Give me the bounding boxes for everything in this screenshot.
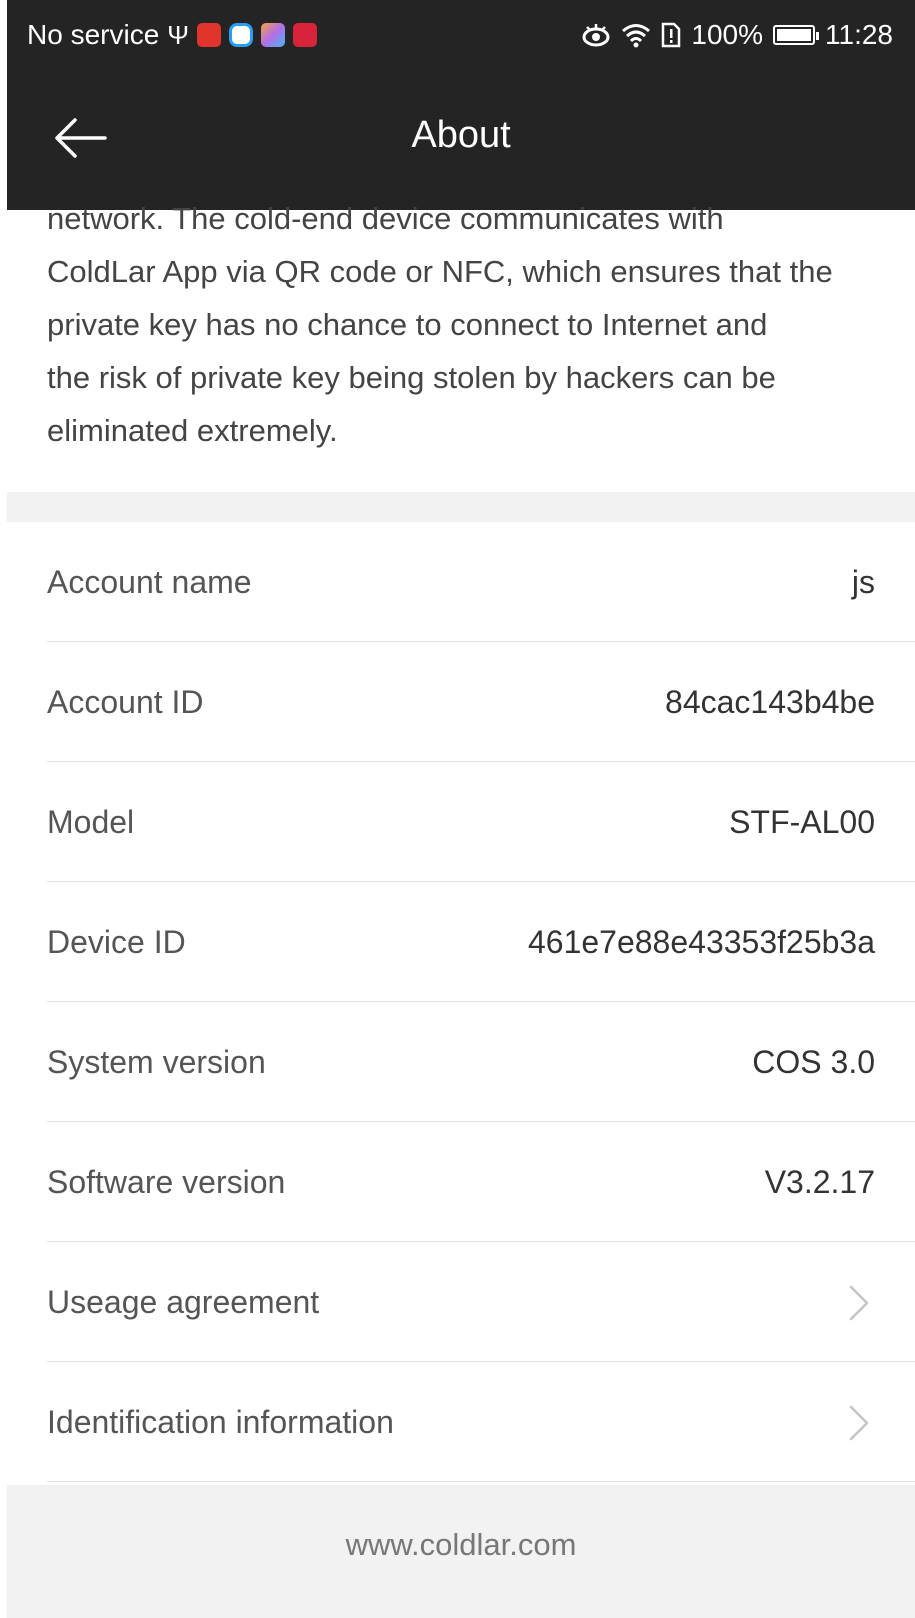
status-bar: No service Ψ 100% 11:28 (7, 0, 915, 70)
footer: www.coldlar.com (7, 1485, 915, 1618)
intro-line: network. The cold-end device communicate… (47, 201, 724, 236)
huawei-app-icon (293, 23, 317, 47)
model-label: Model (47, 804, 135, 840)
device-id-row: Device ID 461e7e88e43353f25b3a (47, 882, 915, 1002)
intro-line: the risk of private key being stolen by … (47, 360, 776, 395)
identification-row[interactable]: Identification information (47, 1362, 915, 1482)
software-version-label: Software version (47, 1164, 286, 1200)
back-button[interactable] (51, 108, 111, 168)
identification-label: Identification information (47, 1404, 394, 1440)
system-version-row: System version COS 3.0 (47, 1002, 915, 1122)
app-bar: About (7, 70, 915, 210)
account-name-label: Account name (47, 564, 252, 600)
carrier-text: No service (27, 19, 160, 50)
page-title: About (411, 114, 511, 156)
intro-text: network. The cold-end device communicate… (47, 192, 887, 457)
screen: No service Ψ 100% 11:28 About network. T… (7, 0, 915, 1618)
arrow-left-icon (55, 118, 107, 158)
usb-icon: Ψ (167, 19, 189, 50)
usage-agreement-row[interactable]: Useage agreement (47, 1242, 915, 1362)
system-version-label: System version (47, 1044, 266, 1080)
model-value: STF-AL00 (729, 804, 875, 840)
clock-time: 11:28 (825, 19, 893, 50)
account-id-label: Account ID (47, 684, 204, 720)
status-left: No service Ψ (27, 19, 317, 51)
device-id-label: Device ID (47, 924, 186, 960)
battery-icon (773, 25, 819, 45)
chevron-right-icon (849, 1405, 869, 1441)
website-link[interactable]: www.coldlar.com (346, 1527, 577, 1562)
browser-app-icon (229, 23, 253, 47)
intro-line: ColdLar App via QR code or NFC, which en… (47, 254, 833, 289)
software-version-row: Software version V3.2.17 (47, 1122, 915, 1242)
section-divider-band (7, 492, 915, 522)
intro-line: eliminated extremely. (47, 413, 338, 448)
account-name-row: Account name js (47, 522, 915, 642)
wifi-icon (622, 24, 651, 48)
account-id-value: 84cac143b4be (665, 684, 875, 720)
model-row: Model STF-AL00 (47, 762, 915, 882)
intro-line: private key has no chance to connect to … (47, 307, 768, 342)
battery-percent: 100% (691, 19, 763, 50)
info-list: Account name js Account ID 84cac143b4be … (7, 522, 915, 1482)
gallery-app-icon (261, 23, 285, 47)
chevron-right-icon (849, 1285, 869, 1321)
status-right: 100% 11:28 (581, 19, 893, 51)
sim-alert-icon (662, 22, 681, 48)
eye-comfort-icon (582, 24, 610, 47)
device-id-value: 461e7e88e43353f25b3a (527, 924, 875, 960)
usage-agreement-label: Useage agreement (47, 1284, 320, 1320)
account-name-value: js (851, 564, 875, 600)
account-id-row: Account ID 84cac143b4be (47, 642, 915, 762)
system-version-value: COS 3.0 (752, 1044, 875, 1080)
software-version-value: V3.2.17 (764, 1164, 875, 1200)
toutiao-app-icon (197, 23, 221, 47)
